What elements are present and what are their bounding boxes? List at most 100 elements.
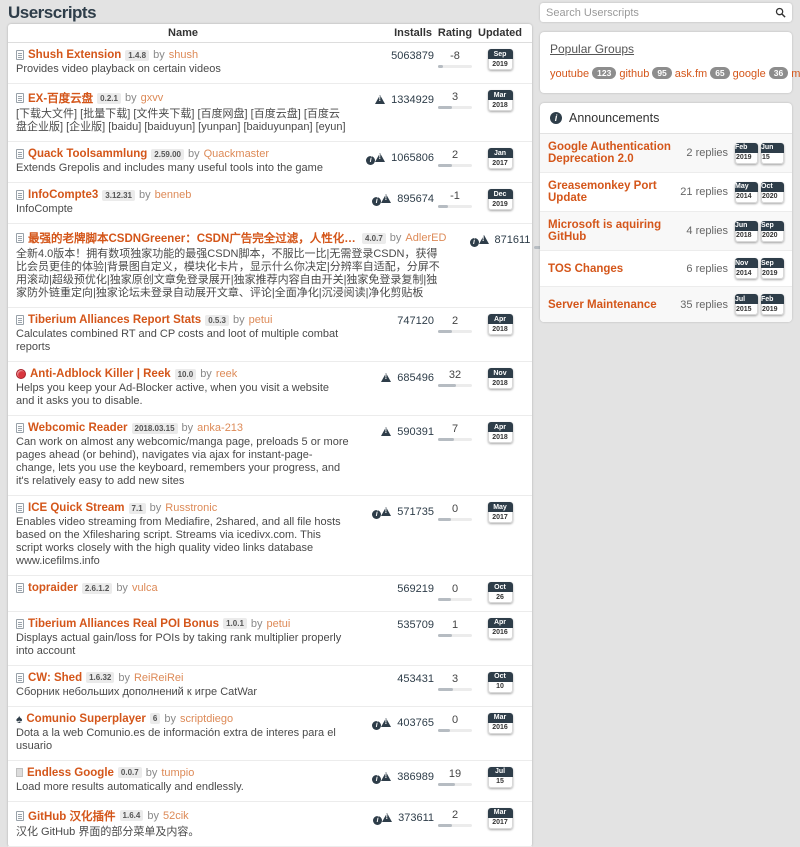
rating-value: 19 — [448, 767, 462, 780]
author-link[interactable]: Russtronic — [165, 502, 217, 514]
group-tag-link[interactable]: google — [733, 68, 766, 80]
updated-date-badge: Apr 2018 — [487, 314, 513, 335]
by-label: by — [200, 368, 212, 380]
rating-value: 0 — [451, 583, 459, 595]
warning-icon — [382, 812, 393, 822]
installs-count: 895674 — [397, 193, 434, 205]
version-badge: 1.4.8 — [125, 49, 150, 61]
version-badge: 3.12.31 — [102, 189, 135, 201]
author-link[interactable]: anka-213 — [197, 422, 243, 434]
script-name-link[interactable]: topraider — [28, 582, 78, 594]
date-badge: Oct 2020 — [761, 181, 784, 203]
script-name-link[interactable]: CW: Shed — [28, 672, 82, 684]
by-label: by — [118, 671, 130, 684]
warning-icon — [381, 427, 392, 436]
flag-icons: i — [372, 714, 392, 732]
script-description: 汉化 GitHub 界面的部分菜单及内容。 — [16, 825, 200, 838]
flag-icons: i — [469, 231, 489, 249]
script-name-link[interactable]: Shush Extension — [28, 49, 121, 61]
announcement-link[interactable]: Microsoft is aquiring GitHub — [548, 219, 686, 243]
replies-count: 21 replies — [680, 186, 728, 198]
script-name-link[interactable]: GitHub 汉化插件 — [28, 808, 116, 824]
installs-count: 685496 — [397, 372, 434, 384]
script-name-link[interactable]: Endless Google — [27, 767, 114, 779]
author-link[interactable]: Quackmaster — [204, 148, 269, 160]
author-link[interactable]: scriptdiego — [180, 713, 233, 725]
column-header-rating[interactable]: Rating — [434, 27, 476, 39]
date-badge: May 2014 — [735, 181, 758, 203]
author-link[interactable]: vulca — [132, 582, 158, 594]
author-link[interactable]: benneb — [155, 189, 192, 201]
flag-icons — [381, 423, 392, 441]
rating-bar — [438, 823, 472, 827]
script-description: Enables video streaming from Mediafire, … — [16, 516, 341, 567]
group-tag-link[interactable]: github — [619, 68, 649, 80]
group-tag-link[interactable]: ask.fm — [675, 68, 707, 80]
announcement-link[interactable]: Google Authentication Deprecation 2.0 — [548, 141, 686, 165]
version-badge: 1.6.4 — [119, 810, 144, 821]
info-icon: i — [469, 238, 479, 247]
rating-value: -1 — [450, 190, 460, 202]
column-header-updated[interactable]: Updated — [476, 27, 524, 39]
by-label: by — [116, 582, 128, 594]
script-icon — [16, 233, 24, 243]
group-tag-count: 65 — [710, 67, 730, 79]
warning-icon — [375, 153, 386, 162]
script-name-link[interactable]: Tiberium Alliances Report Stats — [28, 314, 201, 326]
author-link[interactable]: shush — [169, 49, 198, 61]
announcement-link[interactable]: Server Maintenance — [548, 299, 680, 311]
author-link[interactable]: reek — [216, 368, 237, 380]
search-input[interactable] — [546, 6, 775, 19]
table-row: Anti-Adblock Killer | Reek 10.0 by reek … — [8, 362, 532, 416]
author-link[interactable]: 52cik — [163, 810, 189, 822]
installs-count: 403765 — [397, 716, 434, 729]
author-link[interactable]: petui — [249, 314, 273, 326]
column-header-installs[interactable]: Installs — [350, 27, 434, 39]
installs-count: 453431 — [397, 672, 434, 685]
group-tag-link[interactable]: musicbrainz — [791, 68, 800, 80]
author-link[interactable]: gxvv — [141, 92, 164, 104]
script-name-link[interactable]: Quack Toolsammlung — [28, 148, 147, 160]
script-icon — [16, 190, 24, 200]
rating-bar — [438, 65, 472, 68]
warning-icon — [381, 507, 392, 516]
author-link[interactable]: ReiReiRei — [134, 672, 184, 684]
table-row: ICE Quick Stream 7.1 by Russtronic Enabl… — [8, 496, 532, 576]
info-icon: i — [372, 774, 382, 784]
flag-icons: i — [372, 768, 392, 786]
date-badge: Feb 2019 — [735, 142, 758, 164]
updated-date-badge: Mar 2016 — [487, 712, 513, 734]
script-name-link[interactable]: 最强的老牌脚本CSDNGreener：CSDN广告完全过滤，人性化脚本优化 — [28, 230, 358, 246]
installs-count: 5063879 — [391, 50, 434, 62]
rating-value: 1 — [451, 618, 459, 631]
announcement-link[interactable]: TOS Changes — [548, 263, 686, 275]
updated-date-badge: Dec 2019 — [487, 189, 513, 210]
site-logo[interactable]: Userscripts — [8, 3, 97, 23]
script-name-link[interactable]: Anti-Adblock Killer | Reek — [30, 368, 171, 380]
rating-value: 2 — [451, 149, 459, 161]
script-name-link[interactable]: Webcomic Reader — [28, 422, 128, 434]
script-name-link[interactable]: EX-百度云盘 — [28, 90, 93, 106]
search-icon[interactable] — [775, 7, 786, 18]
author-link[interactable]: tumpio — [161, 767, 194, 779]
script-description: Can work on almost any webcomic/manga pa… — [16, 436, 349, 487]
script-name-link[interactable]: Comunio Superplayer — [26, 713, 146, 725]
announcements-header: i Announcements — [540, 103, 792, 134]
by-label: by — [153, 49, 165, 61]
popular-groups-title[interactable]: Popular Groups — [550, 42, 634, 56]
updated-date-badge: Jul 15 — [487, 766, 513, 788]
script-name-link[interactable]: Tiberium Alliances Real POI Bonus — [28, 618, 219, 630]
warning-icon — [381, 771, 392, 781]
table-body: Shush Extension 1.4.8 by shush Provides … — [8, 43, 609, 847]
column-header-name[interactable]: Name — [16, 27, 350, 39]
author-link[interactable]: AdlerED — [405, 232, 446, 244]
announcement-link[interactable]: Greasemonkey Port Update — [548, 180, 680, 204]
script-name-link[interactable]: InfoCompte3 — [28, 189, 98, 201]
rating-value: 7 — [451, 423, 459, 435]
replies-count: 4 replies — [686, 225, 728, 237]
group-tag-link[interactable]: youtube — [550, 68, 589, 80]
version-badge: 7.1 — [128, 502, 146, 514]
author-link[interactable]: petui — [267, 618, 291, 630]
table-row: Shush Extension 1.4.8 by shush Provides … — [8, 43, 532, 84]
script-name-link[interactable]: ICE Quick Stream — [28, 502, 125, 514]
